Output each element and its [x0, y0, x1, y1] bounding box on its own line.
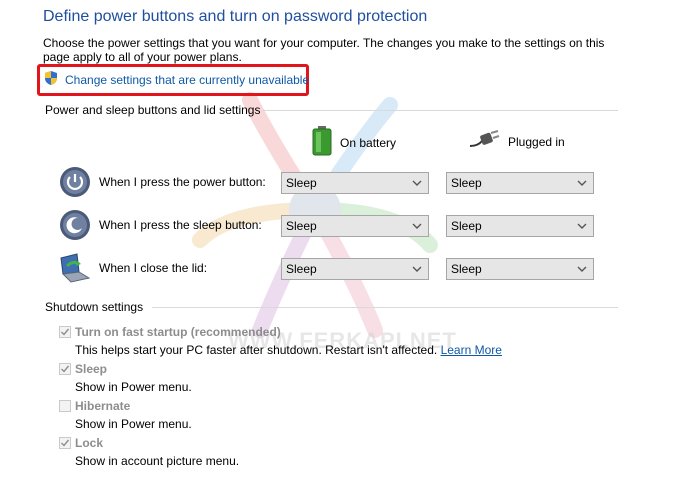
shutdown-section-label: Shutdown settings	[45, 300, 144, 314]
power-section-divider	[262, 110, 618, 111]
close-lid-plugged-select[interactable]: Sleep	[446, 258, 594, 280]
page-title: Define power buttons and turn on passwor…	[43, 8, 428, 25]
power-button-plugged-value: Sleep	[451, 176, 482, 190]
sleep-title: Sleep	[75, 362, 108, 376]
laptop-lid-icon	[57, 252, 91, 284]
hibernate-description: Show in Power menu.	[75, 417, 192, 431]
page-description: Choose the power settings that you want …	[43, 36, 605, 64]
power-section-label: Power and sleep buttons and lid settings	[45, 103, 261, 117]
lock-description: Show in account picture menu.	[75, 454, 240, 468]
lock-checkbox[interactable]	[59, 437, 71, 449]
chevron-down-icon	[577, 266, 587, 272]
close-lid-battery-value: Sleep	[286, 262, 317, 276]
learn-more-link[interactable]: Learn More	[441, 343, 502, 357]
watermark	[190, 80, 440, 340]
lock-title: Lock	[75, 436, 104, 450]
chevron-down-icon	[412, 180, 422, 186]
chevron-down-icon	[577, 180, 587, 186]
fast-startup-desc-text: This helps start your PC faster after sh…	[75, 343, 438, 357]
change-settings-link[interactable]: Change settings that are currently unava…	[43, 70, 309, 89]
sleep-description: Show in Power menu.	[75, 380, 192, 394]
chevron-down-icon	[577, 223, 587, 229]
close-lid-plugged-value: Sleep	[451, 262, 482, 276]
sleep-button-plugged-value: Sleep	[451, 219, 482, 233]
uac-shield-icon	[43, 70, 59, 89]
sleep-button-label: When I press the sleep button:	[99, 218, 262, 232]
power-button-battery-value: Sleep	[286, 176, 317, 190]
close-lid-battery-select[interactable]: Sleep	[281, 258, 429, 280]
sleep-button-plugged-select[interactable]: Sleep	[446, 215, 594, 237]
checkmark-icon	[61, 328, 70, 336]
on-battery-label: On battery	[340, 135, 397, 150]
chevron-down-icon	[412, 223, 422, 229]
sleep-button-battery-value: Sleep	[286, 219, 317, 233]
change-settings-link-text[interactable]: Change settings that are currently unava…	[65, 73, 309, 87]
plugged-in-header: Plugged in	[468, 130, 565, 153]
fast-startup-checkbox[interactable]	[59, 326, 71, 338]
on-battery-header: On battery	[312, 126, 396, 159]
close-lid-label: When I close the lid:	[99, 261, 208, 275]
checkmark-icon	[61, 365, 70, 373]
sleep-button-icon	[59, 209, 91, 241]
plugged-in-label: Plugged in	[508, 134, 565, 149]
power-button-battery-select[interactable]: Sleep	[281, 172, 429, 194]
sleep-checkbox[interactable]	[59, 363, 71, 375]
fast-startup-description: This helps start your PC faster after sh…	[75, 343, 502, 357]
fast-startup-title: Turn on fast startup (recommended)	[75, 325, 281, 339]
hibernate-title: Hibernate	[75, 399, 131, 413]
power-plug-icon	[468, 130, 500, 153]
power-button-label: When I press the power button:	[99, 175, 266, 189]
chevron-down-icon	[412, 266, 422, 272]
battery-icon	[312, 126, 332, 159]
checkmark-icon	[61, 439, 70, 447]
power-button-plugged-select[interactable]: Sleep	[446, 172, 594, 194]
shutdown-section-divider	[152, 307, 618, 308]
sleep-button-battery-select[interactable]: Sleep	[281, 215, 429, 237]
power-button-icon	[59, 166, 91, 198]
hibernate-checkbox[interactable]	[59, 400, 71, 412]
